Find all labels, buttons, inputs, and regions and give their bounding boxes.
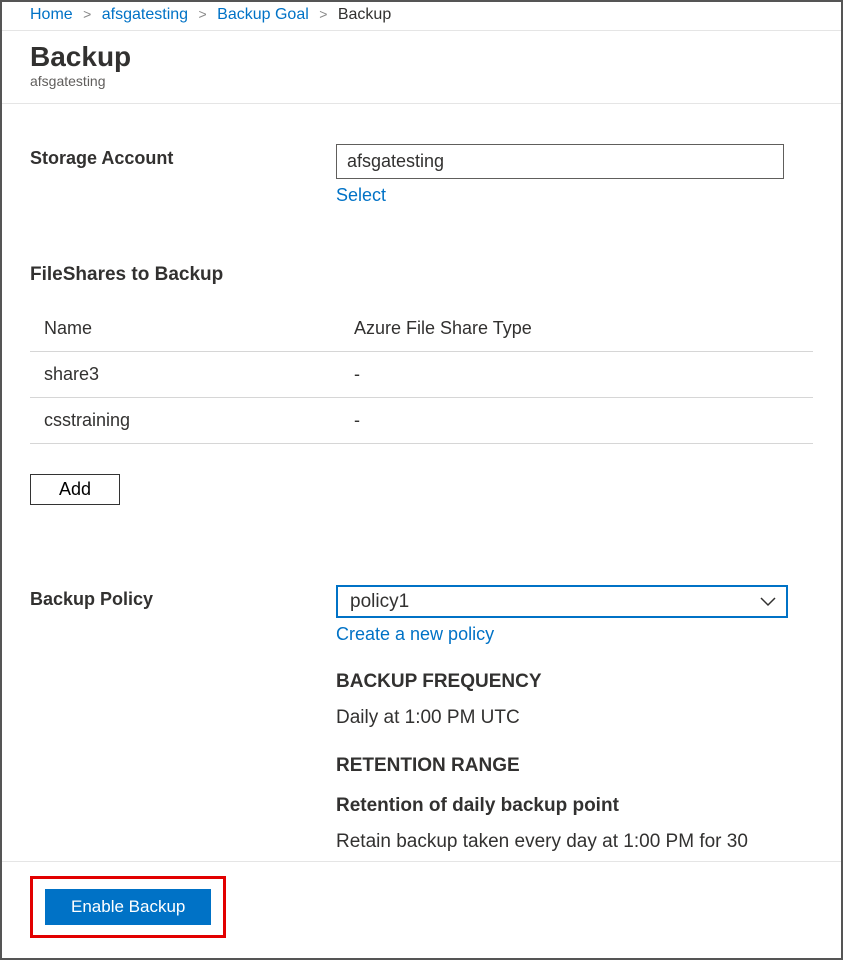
retention-range-heading: RETENTION RANGE	[336, 755, 796, 777]
retention-subheading: Retention of daily backup point	[336, 795, 796, 817]
highlight-box: Enable Backup	[30, 876, 226, 938]
backup-frequency-heading: BACKUP FREQUENCY	[336, 671, 796, 693]
backup-policy-section: Backup Policy policy1 Create a new polic…	[30, 585, 813, 853]
chevron-right-icon: >	[83, 6, 91, 22]
column-type: Azure File Share Type	[340, 306, 813, 352]
breadcrumb-current: Backup	[338, 6, 391, 23]
select-storage-link[interactable]: Select	[336, 185, 386, 206]
breadcrumb-home[interactable]: Home	[30, 6, 73, 23]
add-button[interactable]: Add	[30, 474, 120, 505]
policy-select[interactable]: policy1	[336, 585, 788, 618]
table-row: share3 -	[30, 352, 813, 398]
page-title: Backup	[30, 41, 813, 73]
cell-type: -	[340, 352, 813, 398]
enable-backup-button[interactable]: Enable Backup	[45, 889, 211, 925]
page-header: Backup afsgatesting	[2, 31, 841, 104]
fileshares-heading: FileShares to Backup	[30, 264, 813, 286]
cell-name: share3	[30, 352, 340, 398]
cell-type: -	[340, 398, 813, 444]
breadcrumb-afsgatesting[interactable]: afsgatesting	[102, 6, 188, 23]
cell-name: csstraining	[30, 398, 340, 444]
retention-text: Retain backup taken every day at 1:00 PM…	[336, 831, 796, 853]
page-subtitle: afsgatesting	[30, 73, 813, 89]
footer: Enable Backup	[2, 861, 841, 958]
breadcrumb: Home > afsgatesting > Backup Goal > Back…	[2, 2, 841, 31]
chevron-right-icon: >	[319, 6, 327, 22]
table-row: csstraining -	[30, 398, 813, 444]
storage-account-input[interactable]	[336, 144, 784, 179]
content-area: Storage Account Select FileShares to Bac…	[2, 104, 841, 853]
column-name: Name	[30, 306, 340, 352]
fileshares-table: Name Azure File Share Type share3 - csst…	[30, 306, 813, 444]
chevron-right-icon: >	[199, 6, 207, 22]
breadcrumb-backup-goal[interactable]: Backup Goal	[217, 6, 309, 23]
storage-account-row: Storage Account Select	[30, 144, 813, 206]
backup-policy-label: Backup Policy	[30, 585, 336, 853]
backup-frequency-text: Daily at 1:00 PM UTC	[336, 707, 796, 729]
storage-account-label: Storage Account	[30, 144, 336, 206]
create-policy-link[interactable]: Create a new policy	[336, 624, 494, 645]
